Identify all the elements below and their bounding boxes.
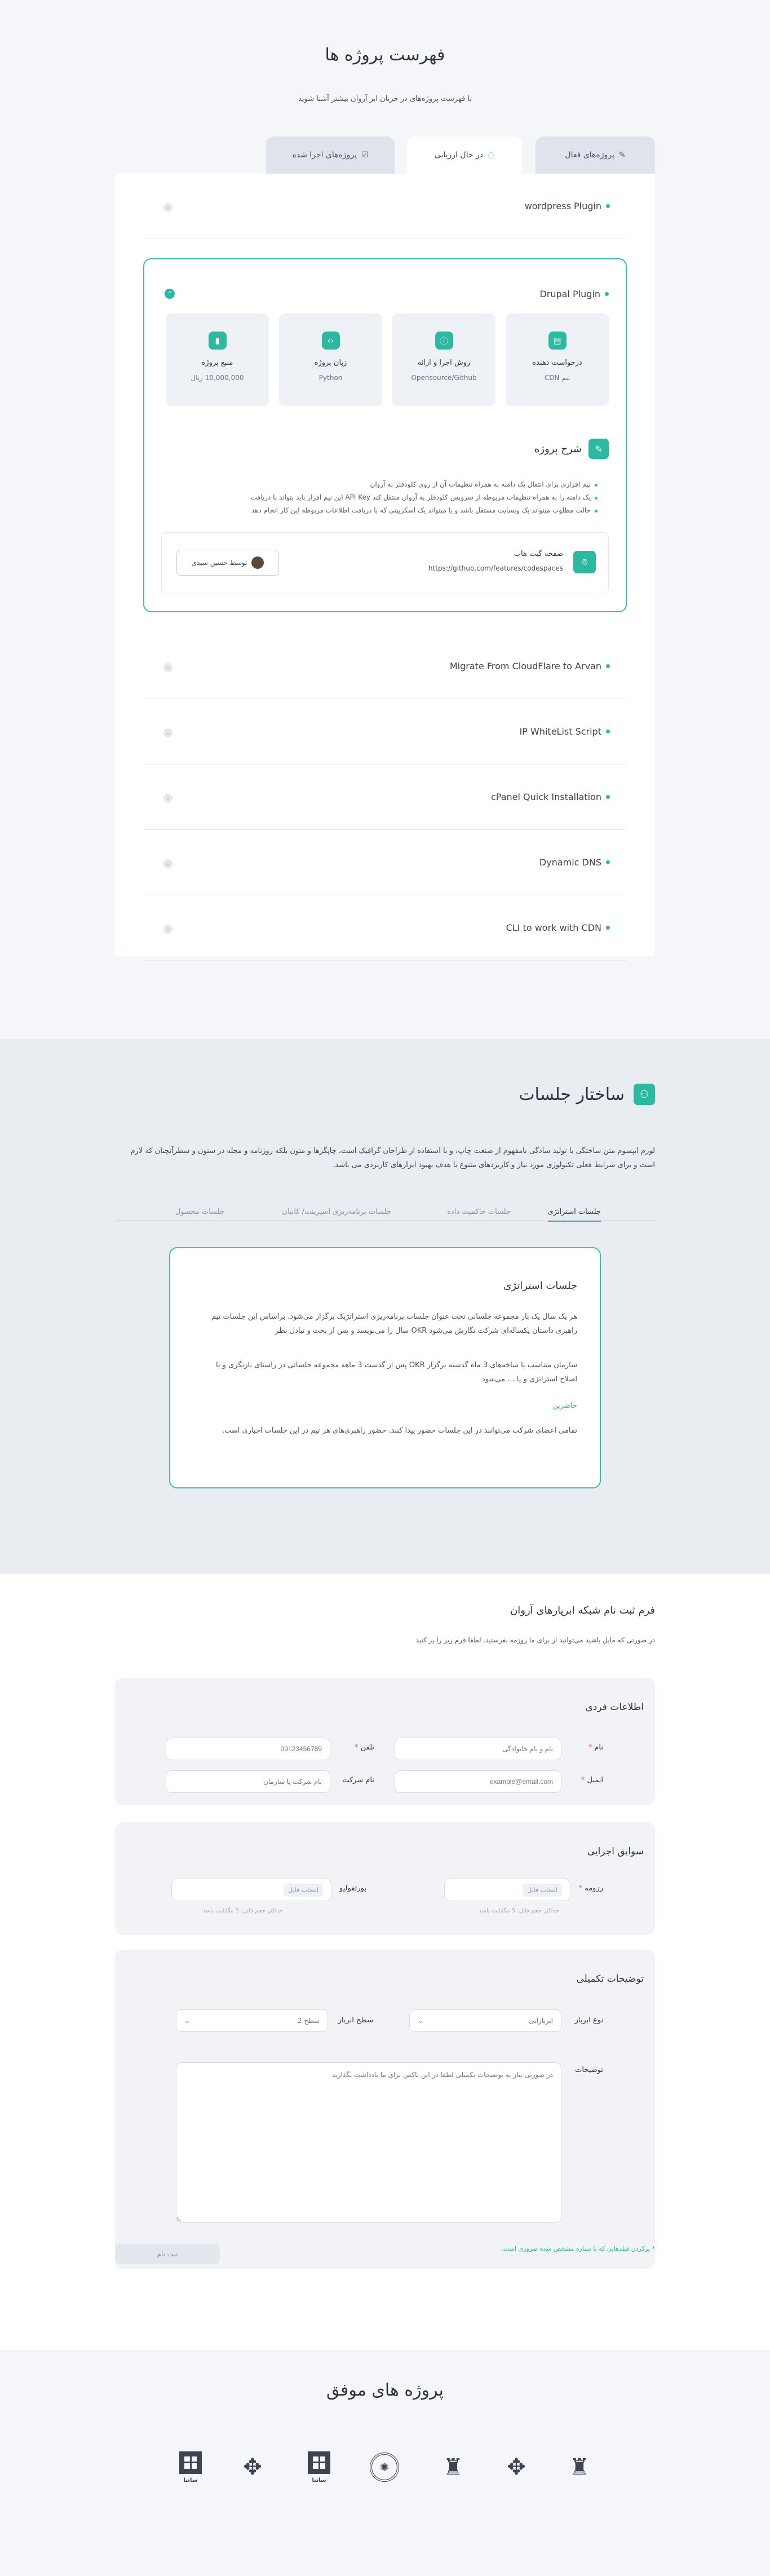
form-subtitle: در صورتی که مایل باشید می‌توانید از برای… (415, 1636, 655, 1644)
stat-method: ⓘ روش اجرا و ارائه Opensource/Github (392, 313, 495, 406)
required-note: * پرکردن فیلدهایی که با ستاره مشخص شده ض… (501, 2245, 655, 2252)
tab-product[interactable]: جلسات محصول (175, 1208, 224, 1216)
project-row[interactable]: IP WhiteList Script ⌄ (143, 699, 627, 765)
session-card: جلسات استراتژی هر یک سال یک بار مجموعه ج… (169, 1247, 601, 1488)
project-row[interactable]: CLI to work with CDN ⌄ (143, 895, 627, 961)
project-row[interactable]: cPanel Quick Installation ⌄ (143, 765, 627, 830)
circle-emblem-logo: ✺ (369, 2446, 400, 2489)
tab-active-projects[interactable]: ✎ پروژه‌های فعال (536, 136, 655, 174)
description-heading: ✎ شرح پروژه (534, 439, 609, 459)
chevron-down-icon: ⌄ (184, 2017, 191, 2025)
project-row[interactable]: Dynamic DNS ⌄ (143, 830, 627, 895)
tab-under-review[interactable]: ◌ در حال ارزیابی (407, 136, 522, 174)
chevron-up-icon[interactable]: ⌃ (165, 289, 175, 299)
chevron-down-icon[interactable]: ⌄ (163, 794, 172, 803)
email-input[interactable] (395, 1770, 561, 1793)
phone-input[interactable] (166, 1738, 330, 1760)
bookmark-icon: ▮ (208, 332, 227, 350)
emblem-logo: ♜ (443, 2454, 463, 2480)
author-button[interactable]: توسط حسین سیدی (176, 550, 279, 576)
project-title: Drupal Plugin (539, 289, 609, 299)
submit-button[interactable]: ثبت نام (115, 2244, 220, 2264)
page-title: فهرست پروژه ها (325, 45, 445, 65)
diamond-logo: ✥ (243, 2454, 262, 2480)
github-icon: ⌾ (573, 551, 596, 573)
tabs-divider (115, 1220, 655, 1221)
name-input[interactable] (395, 1738, 561, 1760)
satna-logo: ساتنا (303, 2446, 335, 2489)
edit-icon: ✎ (618, 151, 626, 160)
sessions-intro: لورم ایپسوم متن ساختگی با تولید سادگی نا… (130, 1147, 655, 1169)
project-row[interactable]: Migrate From CloudFlare to Arvan ⌄ (143, 634, 627, 699)
notes-textarea[interactable] (176, 2062, 561, 2222)
page-subtitle: با فهرست پروژه‌های در جریان ابر آروان بی… (298, 95, 472, 103)
chevron-down-icon[interactable]: ⌄ (163, 728, 172, 737)
stat-language: ‹› زبان پروژه Python (279, 313, 382, 406)
satna-logo: ساتنا (175, 2446, 206, 2489)
form-section: فرم ثبت نام شبکه ابرپارهای آروان در صورت… (0, 1574, 770, 2350)
bullet-dot (606, 204, 610, 208)
stat-budget: ▮ منبع پروژه 10,000,000 ریال (166, 313, 269, 406)
level-select[interactable]: سطح 2 ⌄ (176, 2009, 328, 2032)
tab-completed-projects[interactable]: ☑ پروژه‌های اجرا شده (266, 136, 395, 174)
projects-card: wordpress Plugin ⌄ Drupal Plugin ⌃ ▤ درخ… (115, 174, 655, 961)
users-icon: ⚇ (634, 1084, 655, 1105)
project-row-expanded: Drupal Plugin ⌃ ▤ درخواست دهنده تیم CDN … (143, 258, 627, 612)
chevron-down-icon[interactable]: ⌄ (163, 203, 172, 212)
form-title: فرم ثبت نام شبکه ابرپارهای آروان (510, 1605, 655, 1616)
list-item: یک دامنه را به همراه تنظیمات مربوطه از س… (180, 493, 598, 501)
avatar (251, 556, 264, 569)
loading-icon: ◌ (487, 151, 495, 160)
list-item: نیم افزاری برای انتقال یک دامنه به همراه… (180, 480, 598, 488)
github-box: ⌾ صفحه گیت هاب https://github.com/featur… (161, 532, 609, 594)
diamond-logo: ✥ (507, 2454, 526, 2480)
personal-panel: اطلاعات فردی نام * تلفن * ایمیل * نام شر… (115, 1678, 655, 1805)
resume-upload[interactable]: انتخاب فایل (444, 1879, 570, 1901)
emblem-logo: ♜ (569, 2454, 590, 2480)
document-icon: ▤ (548, 332, 567, 350)
success-title: پروژه های موفق (326, 2380, 444, 2400)
tab-data-governance[interactable]: جلسات حاکمیت داده (447, 1208, 511, 1216)
chevron-down-icon: ⌄ (418, 2017, 424, 2025)
tab-sprint-planning[interactable]: جلسات برنامه‌ریزی اسپرینت/ کانبان (282, 1208, 391, 1216)
edit-icon: ✎ (588, 439, 609, 459)
extra-panel: توضیحات تکمیلی نوع ابرباز ابربازانی ⌄ سطح… (115, 1950, 655, 2269)
projects-section: فهرست پروژه ها با فهرست پروژه‌های در جری… (0, 0, 770, 1039)
stat-requester: ▤ درخواست دهنده تیم CDN (506, 313, 609, 406)
description-list: نیم افزاری برای انتقال یک دامنه به همراه… (180, 480, 598, 519)
info-icon: ⓘ (435, 332, 453, 350)
type-select[interactable]: ابربازانی ⌄ (409, 2009, 561, 2032)
checklist-icon: ☑ (361, 151, 369, 160)
chevron-down-icon[interactable]: ⌄ (163, 925, 172, 934)
chevron-down-icon[interactable]: ⌄ (163, 663, 172, 672)
github-link[interactable]: https://github.com/features/codespaces (428, 564, 563, 572)
company-input[interactable] (166, 1770, 330, 1793)
sessions-heading: ⚇ ساختار جلسات (519, 1084, 655, 1105)
code-icon: ‹› (321, 332, 340, 350)
portfolio-upload[interactable]: انتخاب فایل (171, 1879, 331, 1901)
history-panel: سوابق اجرایی رزومه * انتخاب فایل حداکثر … (115, 1822, 655, 1935)
project-row[interactable]: wordpress Plugin ⌄ (143, 174, 627, 239)
list-item: حالت مطلوب میتواند یک وبسایت مستقل باشد … (180, 506, 598, 514)
chevron-down-icon[interactable]: ⌄ (163, 859, 172, 868)
